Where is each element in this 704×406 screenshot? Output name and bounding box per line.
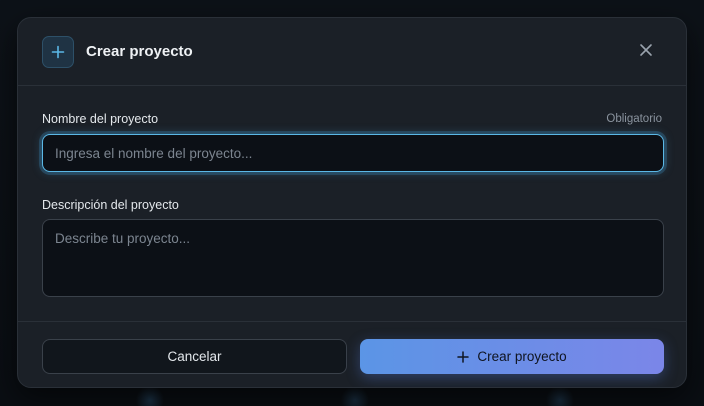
project-description-label: Descripción del proyecto: [42, 198, 179, 212]
create-project-dialog: Crear proyecto Nombre del proyecto Oblig…: [17, 17, 687, 388]
create-project-button-label: Crear proyecto: [477, 349, 567, 364]
dialog-header: Crear proyecto: [18, 18, 686, 86]
cancel-button[interactable]: Cancelar: [42, 339, 347, 374]
cancel-button-label: Cancelar: [167, 349, 222, 364]
close-button[interactable]: [634, 40, 658, 64]
close-icon: [639, 43, 653, 62]
project-name-label: Nombre del proyecto: [42, 112, 159, 126]
project-name-input[interactable]: [42, 134, 664, 172]
dialog-title: Crear proyecto: [86, 43, 193, 60]
project-description-textarea[interactable]: [42, 219, 664, 297]
create-project-button[interactable]: Crear proyecto: [360, 339, 664, 374]
plus-icon: [457, 350, 470, 363]
dialog-footer: Cancelar Crear proyecto: [18, 321, 686, 387]
plus-icon: [42, 36, 74, 68]
required-hint: Obligatorio: [606, 113, 662, 125]
